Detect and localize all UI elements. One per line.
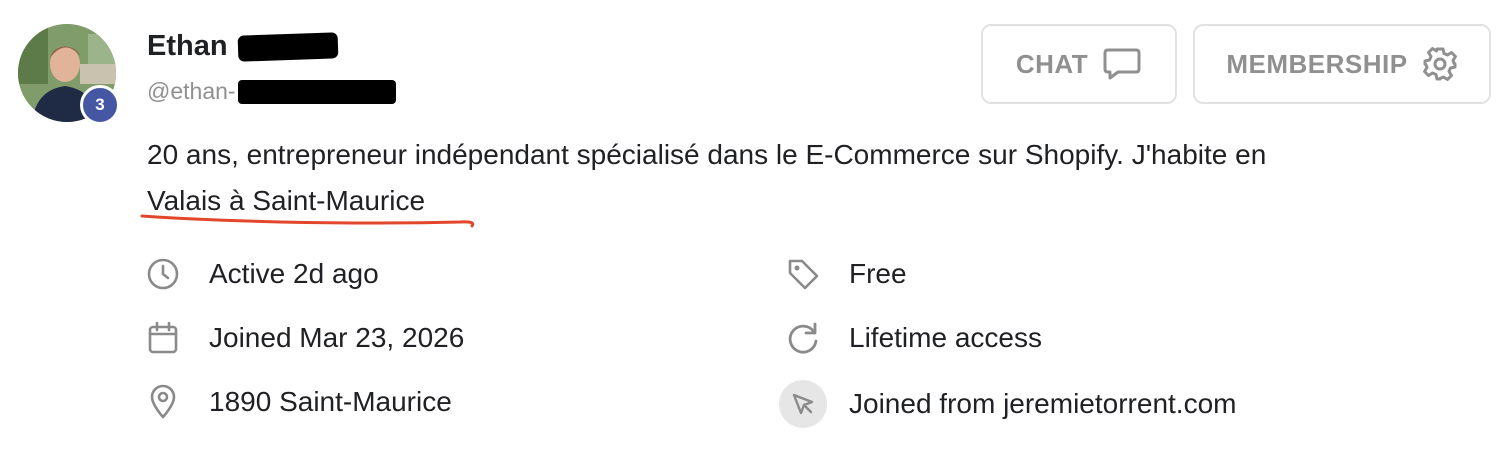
detail-price-text: Free (849, 258, 907, 289)
member-profile-card: 3 Ethan @ethan- CHAT MEMBERSHIP 20 ans, … (0, 0, 1512, 456)
detail-active: Active 2d ago (145, 256, 379, 292)
detail-location-text: 1890 Saint-Maurice (209, 386, 452, 417)
redacted-last-name (237, 31, 338, 62)
handle-text: @ethan- (147, 78, 236, 104)
membership-button[interactable]: MEMBERSHIP (1193, 24, 1491, 104)
redacted-handle (237, 79, 396, 104)
tag-icon (785, 256, 821, 292)
detail-access: Lifetime access (785, 320, 1042, 356)
cursor-icon (779, 380, 827, 428)
first-name: Ethan (147, 30, 228, 62)
refresh-icon (785, 320, 821, 356)
detail-joined: Joined Mar 23, 2026 (145, 320, 464, 356)
gear-icon (1422, 46, 1458, 82)
level-badge: 3 (80, 85, 120, 125)
detail-joined-text: Joined Mar 23, 2026 (209, 322, 465, 353)
membership-button-label: MEMBERSHIP (1226, 48, 1408, 79)
detail-active-text: Active 2d ago (209, 258, 379, 289)
calendar-icon (145, 320, 181, 356)
detail-access-text: Lifetime access (849, 322, 1042, 353)
detail-location: 1890 Saint-Maurice (145, 384, 452, 420)
detail-price: Free (785, 256, 907, 292)
location-pin-icon (145, 384, 181, 420)
member-name: Ethan (147, 30, 338, 63)
detail-source: Joined from jeremietorrent.com (779, 380, 1237, 428)
chat-bubble-icon (1102, 47, 1142, 81)
clock-icon (145, 256, 181, 292)
chat-button[interactable]: CHAT (981, 24, 1177, 104)
member-handle: @ethan- (147, 78, 396, 105)
detail-source-text: Joined from jeremietorrent.com (849, 388, 1237, 419)
chat-button-label: CHAT (1015, 48, 1089, 79)
highlight-underline (140, 214, 475, 228)
bio-line-1: 20 ans, entrepreneur indépendant spécial… (147, 139, 1267, 170)
